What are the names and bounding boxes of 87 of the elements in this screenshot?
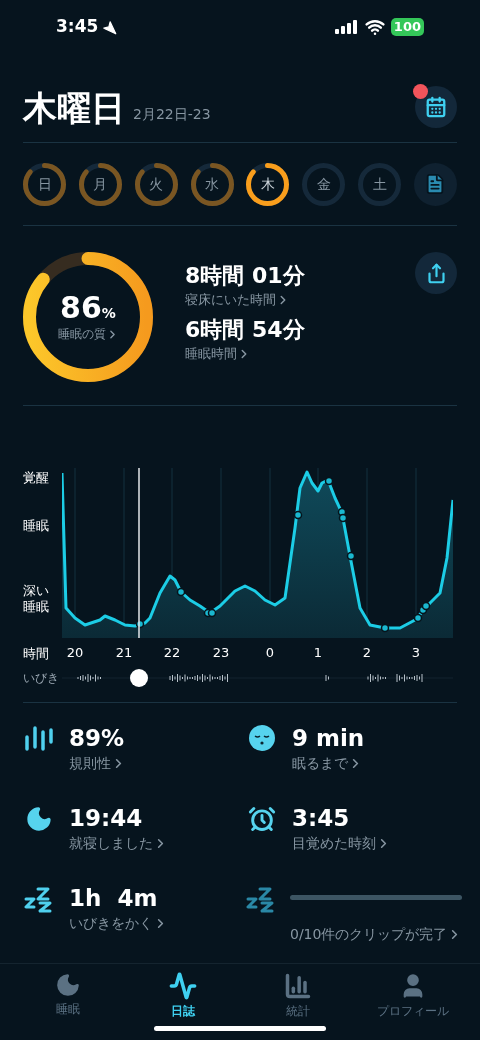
ring-progress [358,162,402,206]
duration-link[interactable]: 睡眠時間 [185,343,415,364]
axis-label: 覚醒 [23,469,49,488]
share-icon [425,262,447,284]
hour-label: 3 [411,644,421,663]
data-point [421,602,431,611]
data-point [380,624,390,633]
hour-label: 2 [362,644,372,663]
share-button[interactable] [415,252,457,295]
day-ring[interactable]: 土 [358,162,402,206]
tab-item[interactable]: 統計 [247,972,348,1021]
bars-icon [24,725,54,752]
ring-progress [134,162,178,206]
day-label: 水 [205,174,220,194]
hour-label: 21 [115,644,133,663]
snore-label: いびき [23,670,60,688]
duration-link[interactable]: 寝床にいた時間 [185,290,415,310]
snore-icon [24,885,54,914]
stat-value: 1h 4m [69,884,159,914]
percent-sign: % [101,305,116,324]
axis-label: 深い睡眠 [23,583,50,616]
stat-link[interactable]: 0/10件のクリップが完了 [290,924,463,946]
data-point [176,588,186,597]
quality-score: 86 [60,291,102,326]
ring-progress [302,162,346,206]
hour-label: 22 [163,644,181,663]
location-icon [102,19,118,35]
snore-icon [246,885,276,914]
stat-link[interactable]: 眠るまで [292,753,457,775]
stat-link[interactable]: いびきをかく [69,913,234,935]
wave-icon [168,972,197,1001]
hour-label: 23 [212,644,230,663]
axis-label: 睡眠 [23,517,49,536]
duration-value: 6時間 54分 [185,315,306,344]
day-label: 土 [372,174,387,194]
ring-progress [246,162,290,206]
data-point [135,620,145,629]
day-label: 月 [93,174,108,194]
hour-label: 20 [66,644,84,663]
axis-label: 時間 [23,644,50,663]
tab-item[interactable]: 睡眠 [17,972,118,1021]
stat-value: 89% [69,724,126,754]
stat-value: 19:44 [69,804,144,834]
status-time: 3:45 [56,15,99,39]
ring-progress [190,162,234,206]
bar-chart-icon [283,972,312,1001]
data-point [413,614,423,623]
page-title: 木曜日 [23,88,125,129]
sleeping-face-icon [249,725,275,752]
duration-value: 8時間 01分 [185,262,306,291]
day-ring[interactable]: 月 [78,162,122,206]
data-point [338,514,348,523]
day-label: 火 [149,174,164,194]
data-point [346,552,356,561]
day-ring[interactable]: 金 [302,162,346,206]
hour-label: 0 [265,644,275,663]
day-label: 金 [316,174,331,194]
ring-progress [78,162,122,206]
day-ring[interactable]: 木 [246,162,290,206]
moon-icon [25,805,53,834]
day-label: 木 [260,174,275,194]
data-point [207,609,217,618]
calendar-icon [425,96,447,119]
stat-link[interactable]: 規則性 [69,753,234,775]
stat-value: 9 min [292,724,366,754]
day-label: 日 [37,174,52,194]
stat-link[interactable]: 目覚めた時刻 [292,833,457,855]
day-ring[interactable]: 火 [134,162,178,206]
stat-link[interactable]: 就寝しました [69,833,234,855]
moon-icon [54,972,81,999]
calendar-button[interactable] [415,86,457,129]
scrubber-handle[interactable] [130,669,148,688]
hour-label: 1 [313,644,323,663]
day-ring[interactable]: 日 [23,162,66,206]
quality-link[interactable]: 睡眠の質 [57,325,119,344]
date-range: 2月22日-23 [133,105,211,125]
wifi-icon [364,17,385,38]
battery-indicator: 100 [390,18,424,37]
signal-icon [334,20,359,35]
stat-value: 3:45 [292,804,351,834]
day-ring[interactable]: 水 [190,162,234,206]
tab-item[interactable]: プロフィール [362,972,463,1021]
tab-item[interactable]: 日誌 [132,972,233,1021]
data-point [324,477,334,486]
ring-progress [23,162,66,206]
data-point [293,511,303,520]
alarm-clock-icon [248,805,276,834]
